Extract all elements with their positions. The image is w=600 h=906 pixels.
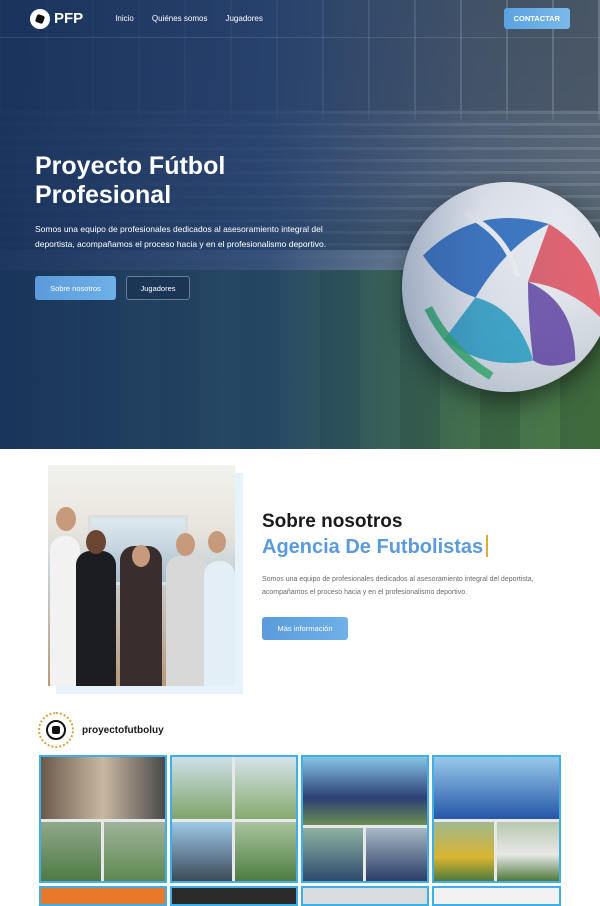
post-photo <box>366 828 427 881</box>
hero-title: Proyecto Fútbol Profesional <box>35 152 365 210</box>
nav-links: Inicio Quiénes somos Jugadores <box>115 14 263 23</box>
person-figure <box>166 556 208 686</box>
contact-button[interactable]: CONTACTAR <box>503 8 570 29</box>
about-subtitle: Agencia De Futbolistas <box>262 535 562 559</box>
person-head <box>208 531 226 553</box>
nav-link-jugadores[interactable]: Jugadores <box>225 14 262 23</box>
post-photo <box>434 757 559 819</box>
instagram-header: proyectofutboluy <box>38 712 164 748</box>
about-subtitle-text: Agencia De Futbolistas <box>262 536 484 558</box>
person-head <box>176 533 195 556</box>
hero-buttons: Sobre nosotros Jugadores <box>35 276 365 300</box>
instagram-post[interactable] <box>39 886 167 906</box>
top-navbar: PFP Inicio Quiénes somos Jugadores CONTA… <box>0 0 600 38</box>
post-photo <box>434 822 494 881</box>
instagram-avatar[interactable] <box>38 712 74 748</box>
logo-text: PFP <box>54 10 84 27</box>
post-photo <box>104 822 165 881</box>
person-head <box>56 507 76 531</box>
post-photo <box>303 757 427 825</box>
about-description: Somos una equipo de profesionales dedica… <box>262 576 534 596</box>
person-head <box>132 545 150 567</box>
players-button[interactable]: Jugadores <box>126 276 190 300</box>
instagram-post[interactable] <box>39 755 167 883</box>
instagram-post[interactable] <box>432 755 561 883</box>
instagram-post[interactable] <box>301 886 429 906</box>
post-photo <box>303 828 363 881</box>
logo[interactable]: PFP <box>30 8 84 29</box>
hero-description: Somos una equipo de profesionales dedica… <box>35 224 327 249</box>
post-photo <box>497 822 559 881</box>
post-photo <box>235 822 296 881</box>
post-photo <box>235 757 296 819</box>
person-figure <box>204 561 235 686</box>
about-us-button[interactable]: Sobre nosotros <box>35 276 116 300</box>
about-title: Sobre nosotros <box>262 511 403 532</box>
hero-content: Proyecto Fútbol Profesional Somos una eq… <box>35 152 365 300</box>
hero-title-line-2: Profesional <box>35 181 172 209</box>
instagram-post[interactable] <box>170 886 298 906</box>
post-photo <box>172 757 232 819</box>
soccer-ball-icon <box>30 8 50 29</box>
person-head <box>86 530 106 554</box>
nav-link-quienes-somos[interactable]: Quiénes somos <box>152 14 208 23</box>
team-photo-frame <box>48 465 243 694</box>
hero-section: PFP Inicio Quiénes somos Jugadores CONTA… <box>0 0 600 449</box>
instagram-grid <box>39 755 561 906</box>
hero-title-line-1: Proyecto Fútbol <box>35 152 226 180</box>
person-figure <box>120 546 162 686</box>
typing-caret <box>486 535 489 557</box>
person-figure <box>76 551 116 686</box>
post-photo <box>172 822 232 881</box>
instagram-post[interactable] <box>301 755 429 883</box>
nav-link-inicio[interactable]: Inicio <box>115 14 134 23</box>
post-photo <box>41 822 101 881</box>
post-photo <box>41 757 165 819</box>
team-photo <box>48 465 235 686</box>
about-text: Sobre nosotros Agencia De Futbolistas So… <box>262 511 562 640</box>
instagram-handle[interactable]: proyectofutboluy <box>82 725 164 736</box>
soccer-ball-icon <box>46 720 66 740</box>
about-section: Sobre nosotros Agencia De Futbolistas So… <box>0 449 600 699</box>
instagram-post[interactable] <box>170 755 298 883</box>
instagram-post[interactable] <box>432 886 561 906</box>
more-info-button[interactable]: Más información <box>262 617 348 640</box>
